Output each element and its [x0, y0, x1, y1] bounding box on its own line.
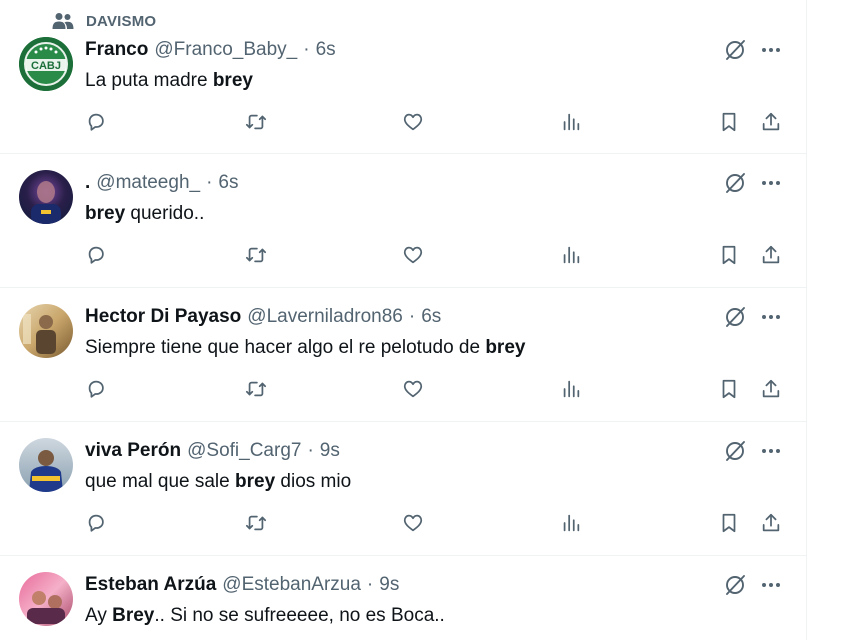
- text-segment: querido..: [125, 203, 205, 224]
- user-photo-icon: [31, 181, 61, 224]
- grok-icon[interactable]: [722, 572, 748, 598]
- grok-icon[interactable]: [722, 304, 748, 330]
- more-icon[interactable]: [758, 304, 784, 330]
- text-segment: dios mio: [275, 471, 352, 492]
- tweet[interactable]: Esteban Arzúa @EstebanArzua · 9s Ay Brey…: [0, 556, 806, 640]
- display-name[interactable]: Hector Di Payaso: [85, 306, 241, 328]
- text-segment: que mal que sale: [85, 471, 235, 492]
- user-handle[interactable]: @Franco_Baby_: [154, 39, 297, 61]
- tweet[interactable]: . @mateegh_ · 6s brey querido..: [0, 154, 806, 288]
- more-icon[interactable]: [758, 37, 784, 63]
- retweet-icon[interactable]: [243, 242, 269, 268]
- like-icon[interactable]: [400, 376, 426, 402]
- avatar[interactable]: [19, 170, 73, 224]
- like-icon[interactable]: [400, 109, 426, 135]
- avatar-badge-text: CABJ: [31, 60, 61, 72]
- display-name[interactable]: Esteban Arzúa: [85, 574, 216, 596]
- display-name[interactable]: .: [85, 172, 90, 194]
- more-icon[interactable]: [758, 170, 784, 196]
- views-icon[interactable]: [558, 376, 584, 402]
- bookmark-icon[interactable]: [716, 510, 742, 536]
- dot-separator: ·: [366, 574, 374, 595]
- text-segment: .. Si no se sufreeeee, no es Boca..: [154, 605, 445, 626]
- share-icon[interactable]: [758, 109, 784, 135]
- more-icon[interactable]: [758, 572, 784, 598]
- user-photo-icon: [27, 591, 65, 624]
- display-name[interactable]: viva Perón: [85, 440, 181, 462]
- tweet[interactable]: viva Perón @Sofi_Carg7 · 9s que mal que …: [0, 422, 806, 556]
- share-icon[interactable]: [758, 376, 784, 402]
- highlighted-term: brey: [485, 337, 526, 358]
- grok-icon[interactable]: [722, 170, 748, 196]
- text-segment: Siempre tiene que hacer algo el re pelot…: [85, 337, 486, 358]
- user-handle[interactable]: @Laverniladron86: [247, 306, 403, 328]
- avatar[interactable]: [19, 304, 73, 358]
- text-segment: Ay: [85, 605, 113, 626]
- highlighted-term: brey: [85, 203, 126, 224]
- user-handle[interactable]: @Sofi_Carg7: [187, 440, 301, 462]
- grok-icon[interactable]: [722, 37, 748, 63]
- text-segment: La puta madre: [85, 70, 213, 91]
- tweet-text: que mal que sale brey dios mio: [85, 471, 351, 493]
- avatar[interactable]: [19, 438, 73, 492]
- tweet-header: viva Perón @Sofi_Carg7 · 9s: [85, 440, 340, 462]
- bookmark-icon[interactable]: [716, 376, 742, 402]
- timestamp[interactable]: 6s: [218, 172, 238, 194]
- user-photo-icon: [23, 314, 56, 354]
- user-photo-icon: [29, 450, 63, 492]
- like-icon[interactable]: [400, 510, 426, 536]
- tweet-text: Ay Brey.. Si no se sufreeeee, no es Boca…: [85, 605, 445, 627]
- retweet-icon[interactable]: [243, 510, 269, 536]
- timeline-feed: DAVISMO CABJ Franco @Franco_Baby_ · 6s L…: [0, 0, 807, 640]
- more-icon[interactable]: [758, 438, 784, 464]
- share-icon[interactable]: [758, 242, 784, 268]
- tweet-header: . @mateegh_ · 6s: [85, 172, 238, 194]
- tweet-text: brey querido..: [85, 203, 204, 225]
- highlighted-term: brey: [235, 471, 276, 492]
- timestamp[interactable]: 9s: [379, 574, 399, 596]
- highlighted-term: brey: [212, 70, 253, 91]
- tweet-header: Esteban Arzúa @EstebanArzua · 9s: [85, 574, 399, 596]
- tweet[interactable]: CABJ Franco @Franco_Baby_ · 6s La puta m…: [0, 0, 806, 154]
- views-icon[interactable]: [558, 242, 584, 268]
- tweet[interactable]: Hector Di Payaso @Laverniladron86 · 6s S…: [0, 288, 806, 422]
- dot-separator: ·: [303, 39, 310, 60]
- dot-separator: ·: [206, 172, 213, 193]
- reply-icon[interactable]: [83, 510, 109, 536]
- tweet-header: Franco @Franco_Baby_ · 6s: [85, 39, 336, 61]
- dot-separator: ·: [408, 306, 416, 327]
- bookmark-icon[interactable]: [716, 109, 742, 135]
- tweet-header: Hector Di Payaso @Laverniladron86 · 6s: [85, 306, 441, 328]
- avatar[interactable]: CABJ: [19, 37, 73, 91]
- share-icon[interactable]: [758, 510, 784, 536]
- views-icon[interactable]: [558, 510, 584, 536]
- avatar[interactable]: [19, 572, 73, 626]
- timestamp[interactable]: 9s: [320, 440, 340, 462]
- retweet-icon[interactable]: [243, 109, 269, 135]
- dot-separator: ·: [307, 440, 314, 461]
- cabj-logo-icon: CABJ: [19, 37, 73, 91]
- tweet-text: La puta madre brey: [85, 70, 253, 92]
- grok-icon[interactable]: [722, 438, 748, 464]
- tweet-text: Siempre tiene que hacer algo el re pelot…: [85, 337, 525, 359]
- timestamp[interactable]: 6s: [421, 306, 441, 328]
- display-name[interactable]: Franco: [85, 39, 148, 61]
- like-icon[interactable]: [400, 242, 426, 268]
- timestamp[interactable]: 6s: [316, 39, 336, 61]
- reply-icon[interactable]: [83, 109, 109, 135]
- reply-icon[interactable]: [83, 376, 109, 402]
- bookmark-icon[interactable]: [716, 242, 742, 268]
- user-handle[interactable]: @mateegh_: [96, 172, 200, 194]
- user-handle[interactable]: @EstebanArzua: [222, 574, 361, 596]
- retweet-icon[interactable]: [243, 376, 269, 402]
- reply-icon[interactable]: [83, 242, 109, 268]
- views-icon[interactable]: [558, 109, 584, 135]
- highlighted-term: Brey: [112, 605, 155, 626]
